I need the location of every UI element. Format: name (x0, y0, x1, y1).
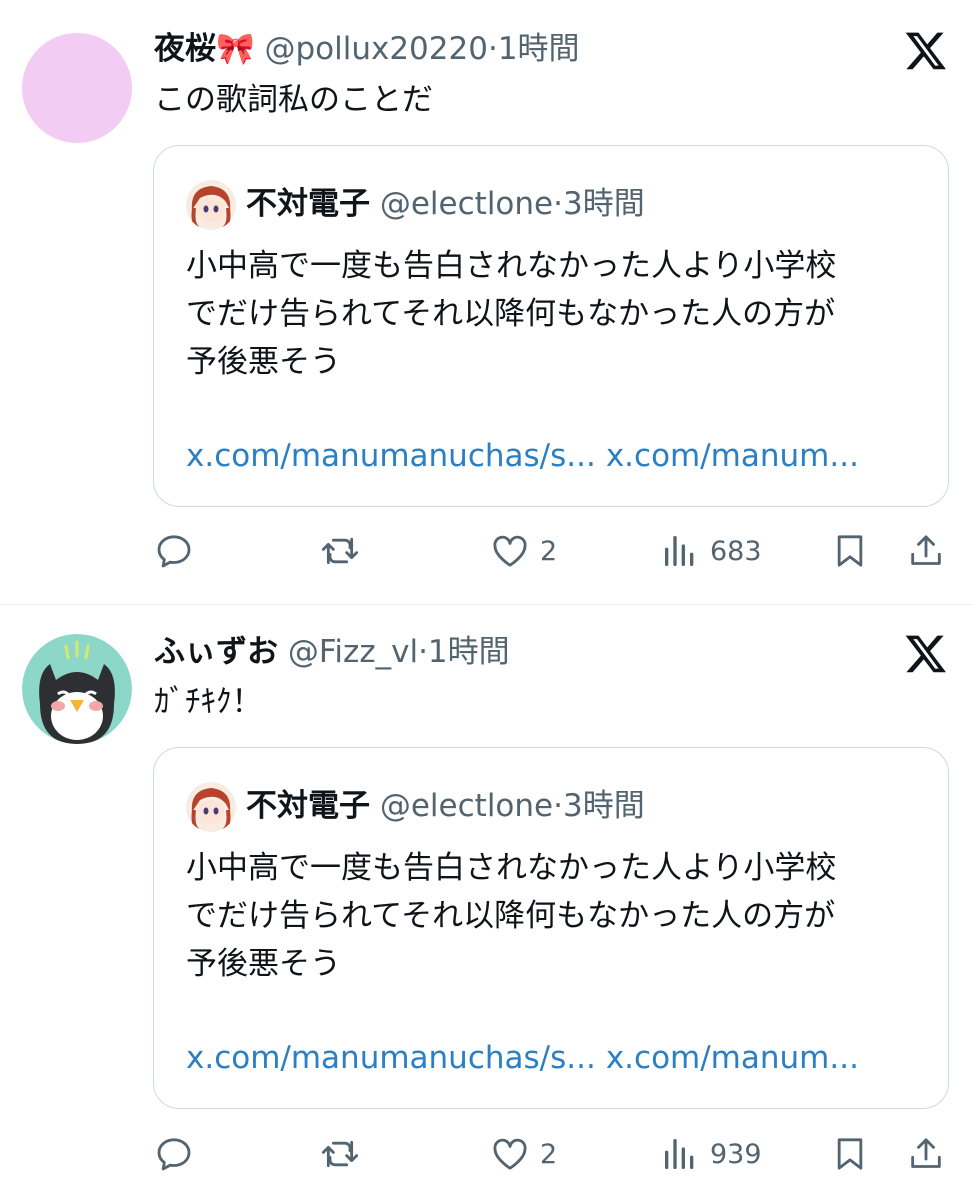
like-icon (493, 1138, 527, 1170)
like-button[interactable]: 2 (490, 529, 557, 573)
quoted-handle: @electlone (379, 186, 554, 222)
reply-icon (157, 535, 191, 568)
share-button[interactable] (906, 529, 946, 573)
display-name[interactable]: ふぃずお (154, 634, 278, 670)
retweet-icon (321, 1140, 359, 1168)
like-count: 2 (540, 535, 558, 567)
action-bar: 2 683 (154, 529, 954, 573)
tweet-1[interactable]: 夜桜🎀 @pollux20220·1時間 この歌詞私のことだ 不対電子 @ele… (0, 0, 974, 600)
views-button[interactable]: 683 (660, 529, 762, 573)
retweet-button[interactable] (320, 1132, 360, 1176)
quoted-display-name: 不対電子 (246, 186, 370, 222)
views-button[interactable]: 939 (660, 1132, 762, 1176)
like-icon (493, 535, 527, 567)
reply-button[interactable] (154, 529, 194, 573)
tweet-header: 夜桜🎀 @pollux20220·1時間 (154, 29, 580, 69)
bookmark-button[interactable] (830, 529, 870, 573)
quoted-text-line: 予後悪そう (186, 946, 341, 982)
action-bar: 2 939 (154, 1132, 954, 1176)
quoted-timestamp: 3時間 (562, 186, 645, 222)
quoted-text-line: 小中高で一度も告白されなかった人より小学校 (186, 248, 837, 284)
view-count: 939 (710, 1138, 762, 1170)
quoted-timestamp: 3時間 (562, 788, 645, 824)
bookmark-icon (837, 1138, 863, 1170)
views-icon (665, 536, 694, 566)
bookmark-button[interactable] (830, 1132, 870, 1176)
quoted-tweet[interactable]: 不対電子 @electlone·3時間 小中高で一度も告白されなかった人より小学… (153, 145, 949, 507)
display-name[interactable]: 夜桜🎀 (154, 31, 255, 67)
separator: · (553, 186, 563, 222)
quoted-header: 不対電子 @electlone·3時間 (246, 184, 645, 224)
like-button[interactable]: 2 (490, 1132, 557, 1176)
views-icon (665, 1139, 694, 1169)
quoted-tweet[interactable]: 不対電子 @electlone·3時間 小中高で一度も告白されなかった人より小学… (153, 747, 949, 1109)
share-icon (911, 1138, 941, 1168)
reply-icon (157, 1138, 191, 1171)
quoted-link[interactable]: x.com/manumanuchas/s... (186, 438, 596, 474)
quoted-links: x.com/manumanuchas/s... x.com/manum... (186, 436, 869, 476)
quoted-link[interactable]: x.com/manum... (606, 1040, 859, 1076)
retweet-button[interactable] (320, 529, 360, 573)
tweet-text: この歌詞私のことだ (154, 82, 433, 118)
separator: · (487, 31, 498, 67)
quoted-text-line: でだけ告られてそれ以降何もなかった人の方が (186, 296, 836, 332)
x-logo-icon (905, 635, 946, 673)
bookmark-icon (837, 535, 863, 567)
quoted-handle: @electlone (379, 788, 554, 824)
timestamp[interactable]: 1時間 (498, 31, 580, 67)
tweet-header: ふぃずお @Fizz_vl·1時間 (154, 632, 510, 672)
like-count: 2 (540, 1138, 558, 1170)
retweet-icon (321, 537, 359, 565)
quoted-link[interactable]: x.com/manumanuchas/s... (186, 1040, 596, 1076)
quoted-text-line: 予後悪そう (186, 344, 341, 380)
quoted-header: 不対電子 @electlone·3時間 (246, 786, 645, 826)
separator: · (418, 634, 428, 670)
view-count: 683 (710, 535, 762, 567)
tweet-2[interactable]: ふぃずお @Fizz_vl·1時間 ｶﾞﾁｷｸ！ 不対電子 @electlone… (0, 604, 974, 1200)
x-logo-icon (905, 32, 946, 70)
quoted-link[interactable]: x.com/manum... (606, 438, 859, 474)
share-icon (911, 535, 941, 565)
quoted-text: 小中高で一度も告白されなかった人より小学校 でだけ告られてそれ以降何もなかった人… (186, 242, 926, 386)
quoted-text-line: でだけ告られてそれ以降何もなかった人の方が (186, 898, 836, 934)
share-button[interactable] (906, 1132, 946, 1176)
timestamp[interactable]: 1時間 (428, 634, 510, 670)
quoted-text: 小中高で一度も告白されなかった人より小学校 でだけ告られてそれ以降何もなかった人… (186, 844, 926, 988)
quoted-links: x.com/manumanuchas/s... x.com/manum... (186, 1038, 869, 1078)
avatar[interactable] (22, 634, 132, 744)
separator: · (553, 788, 563, 824)
avatar[interactable] (22, 33, 132, 143)
quoted-avatar (186, 782, 236, 832)
tweet-text: ｶﾞﾁｷｸ！ (154, 684, 263, 720)
reply-button[interactable] (154, 1132, 194, 1176)
quoted-text-line: 小中高で一度も告白されなかった人より小学校 (186, 850, 837, 886)
user-handle[interactable]: @pollux20220 (264, 31, 487, 67)
quoted-avatar (186, 180, 236, 230)
quoted-display-name: 不対電子 (246, 788, 370, 824)
user-handle[interactable]: @Fizz_vl (288, 634, 418, 670)
